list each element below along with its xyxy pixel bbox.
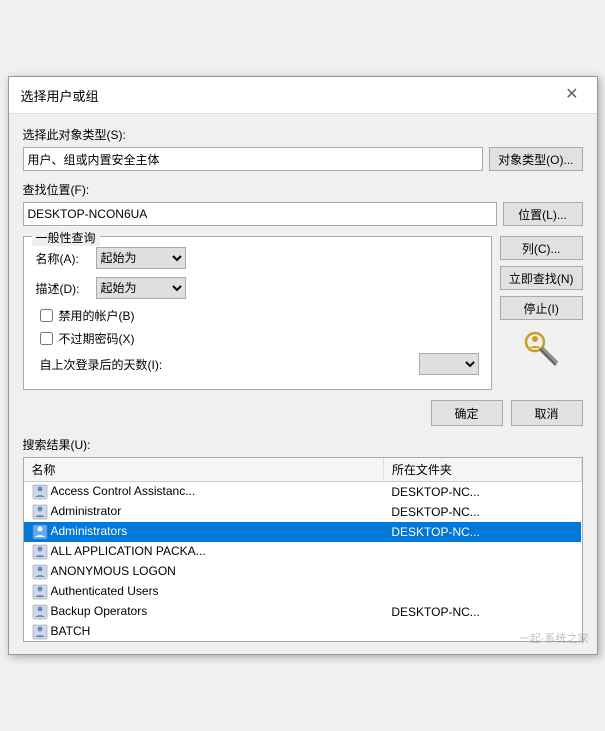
table-row[interactable]: ALL APPLICATION PACKA... <box>24 542 582 562</box>
desc-select[interactable]: 起始为 <box>96 277 186 299</box>
stop-button[interactable]: 停止(I) <box>500 296 583 320</box>
row-name: Access Control Assistanc... <box>24 482 384 503</box>
row-name: Administrators <box>24 522 384 542</box>
query-area: 一般性查询 名称(A): 起始为 描述(D): 起始为 禁用的帐户(B) <box>23 236 583 400</box>
no-expire-row[interactable]: 不过期密码(X) <box>40 330 479 347</box>
name-row: 名称(A): 起始为 <box>36 247 479 269</box>
watermark: 一起·系统之家 <box>519 630 589 646</box>
object-type-button[interactable]: 对象类型(O)... <box>489 147 582 171</box>
table-row[interactable]: Administrators DESKTOP-NC... <box>24 522 582 542</box>
object-type-row: 对象类型(O)... <box>23 147 583 171</box>
dialog-title: 选择用户或组 <box>21 86 99 105</box>
table-row[interactable]: Authenticated Users <box>24 582 582 602</box>
row-folder: DESKTOP-NC... <box>383 482 581 503</box>
object-type-label: 选择此对象类型(S): <box>23 126 583 143</box>
results-table-wrap[interactable]: 名称 所在文件夹 Access Control Assistanc... DES… <box>23 457 583 642</box>
row-folder <box>383 562 581 582</box>
disabled-account-checkbox[interactable] <box>40 309 53 322</box>
table-row[interactable]: Administrator DESKTOP-NC... <box>24 502 582 522</box>
table-row[interactable]: Backup Operators DESKTOP-NC... <box>24 602 582 622</box>
row-name: Backup Operators <box>24 602 384 622</box>
row-name: ANONYMOUS LOGON <box>24 562 384 582</box>
cancel-button[interactable]: 取消 <box>511 400 583 426</box>
location-row: 位置(L)... <box>23 202 583 226</box>
no-expire-checkbox[interactable] <box>40 332 53 345</box>
desc-row: 描述(D): 起始为 <box>36 277 479 299</box>
table-header-row: 名称 所在文件夹 <box>24 458 582 482</box>
row-name: Administrator <box>24 502 384 522</box>
results-body: Access Control Assistanc... DESKTOP-NC..… <box>24 482 582 643</box>
action-row: 确定 取消 <box>23 400 583 426</box>
row-name: Authenticated Users <box>24 582 384 602</box>
disabled-account-label: 禁用的帐户(B) <box>59 307 135 324</box>
location-label: 查找位置(F): <box>23 181 583 198</box>
col-folder-header: 所在文件夹 <box>383 458 581 482</box>
general-query-group: 一般性查询 名称(A): 起始为 描述(D): 起始为 禁用的帐户(B) <box>23 236 492 390</box>
right-buttons: 列(C)... 立即查找(N) 停止(I) <box>500 236 583 372</box>
title-bar: 选择用户或组 ✕ <box>9 77 597 114</box>
row-folder <box>383 542 581 562</box>
col-name-header: 名称 <box>24 458 384 482</box>
row-folder: DESKTOP-NC... <box>383 502 581 522</box>
disabled-account-row[interactable]: 禁用的帐户(B) <box>40 307 479 324</box>
table-row[interactable]: Access Control Assistanc... DESKTOP-NC..… <box>24 482 582 503</box>
results-table: 名称 所在文件夹 Access Control Assistanc... DES… <box>24 458 582 642</box>
row-name: ALL APPLICATION PACKA... <box>24 542 384 562</box>
search-now-button[interactable]: 立即查找(N) <box>500 266 583 290</box>
no-expire-label: 不过期密码(X) <box>59 330 135 347</box>
location-button[interactable]: 位置(L)... <box>503 202 583 226</box>
table-row[interactable]: BATCH <box>24 622 582 642</box>
table-row[interactable]: ANONYMOUS LOGON <box>24 562 582 582</box>
group-title: 一般性查询 <box>32 229 100 246</box>
location-input[interactable] <box>23 202 497 226</box>
days-select[interactable] <box>419 353 479 375</box>
name-label: 名称(A): <box>36 250 96 267</box>
results-label: 搜索结果(U): <box>23 436 583 453</box>
row-folder: DESKTOP-NC... <box>383 602 581 622</box>
days-row: 自上次登录后的天数(I): <box>40 353 479 375</box>
desc-label: 描述(D): <box>36 280 96 297</box>
row-folder <box>383 582 581 602</box>
ok-button[interactable]: 确定 <box>431 400 503 426</box>
search-icon-area <box>500 326 583 372</box>
search-person-icon <box>521 330 561 368</box>
columns-button[interactable]: 列(C)... <box>500 236 583 260</box>
select-user-dialog: 选择用户或组 ✕ 选择此对象类型(S): 对象类型(O)... 查找位置(F):… <box>8 76 598 655</box>
row-name: BATCH <box>24 622 384 642</box>
name-select[interactable]: 起始为 <box>96 247 186 269</box>
dialog-content: 选择此对象类型(S): 对象类型(O)... 查找位置(F): 位置(L)...… <box>9 114 597 654</box>
object-type-input[interactable] <box>23 147 484 171</box>
row-folder: DESKTOP-NC... <box>383 522 581 542</box>
close-button[interactable]: ✕ <box>559 85 584 105</box>
days-label: 自上次登录后的天数(I): <box>40 356 419 373</box>
